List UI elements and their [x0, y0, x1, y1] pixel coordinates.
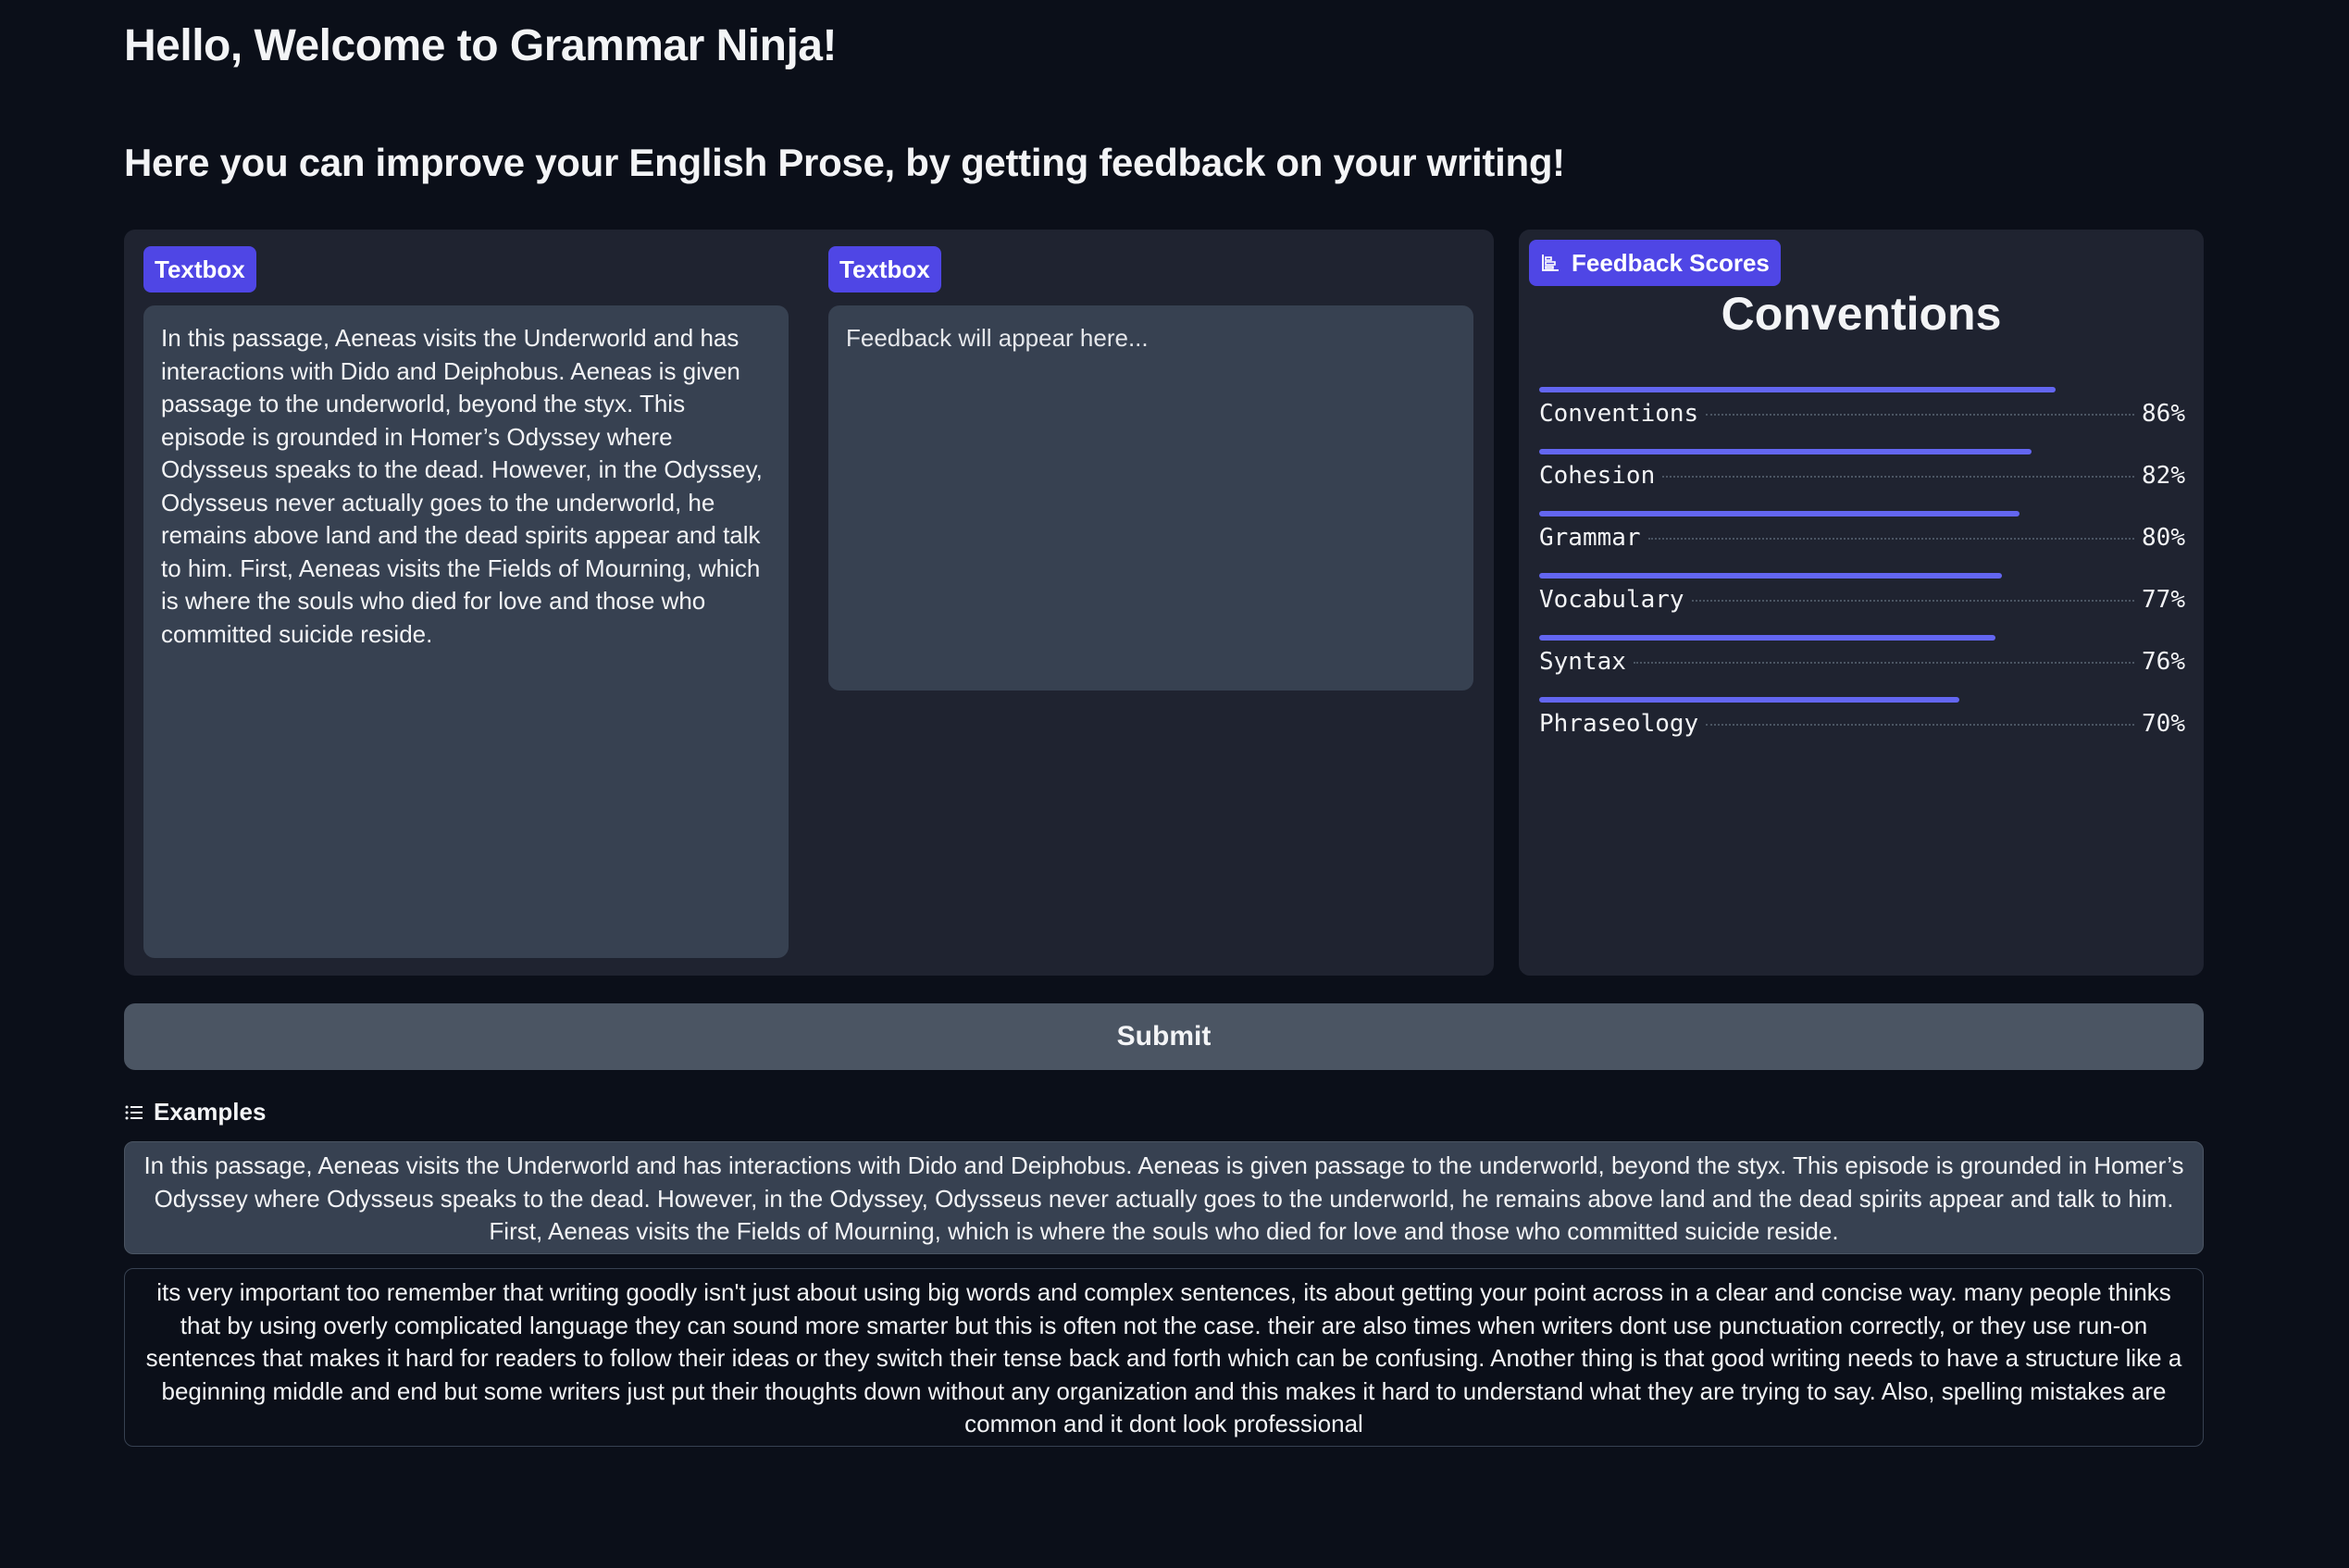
feedback-scores-label: Feedback Scores — [1529, 240, 1781, 286]
score-label: Grammar — [1539, 524, 1641, 552]
score-leader-dots — [1706, 414, 2135, 416]
input-output-panel: Textbox In this passage, Aeneas visits t… — [124, 230, 1494, 976]
score-line: Grammar 80% — [1539, 524, 2185, 552]
score-value: 86% — [2142, 400, 2185, 428]
score-label: Vocabulary — [1539, 586, 1684, 614]
feedback-textbox-label: Textbox — [828, 246, 941, 292]
score-bar — [1539, 697, 1960, 703]
score-line: Vocabulary 77% — [1539, 586, 2185, 614]
score-line: Phraseology 70% — [1539, 710, 2185, 738]
score-row: Grammar 80% — [1539, 511, 2185, 557]
bar-chart-icon — [1540, 253, 1560, 273]
score-value: 80% — [2142, 524, 2185, 552]
score-bar — [1539, 387, 2057, 392]
score-line: Conventions 86% — [1539, 400, 2185, 428]
essay-input-textarea[interactable]: In this passage, Aeneas visits the Under… — [143, 305, 789, 958]
score-row: Phraseology 70% — [1539, 697, 2185, 743]
score-row: Conventions 86% — [1539, 387, 2185, 433]
score-bar — [1539, 511, 2020, 516]
chart-title: Conventions — [1721, 288, 2002, 340]
example-item[interactable]: its very important too remember that wri… — [124, 1268, 2204, 1447]
score-leader-dots — [1662, 476, 2135, 478]
page-subtitle: Here you can improve your English Prose,… — [124, 141, 1565, 184]
examples-heading-text: Examples — [154, 1098, 267, 1126]
score-line: Syntax 76% — [1539, 648, 2185, 676]
score-value: 70% — [2142, 710, 2185, 738]
score-leader-dots — [1633, 662, 2135, 664]
score-label: Cohesion — [1539, 462, 1656, 490]
list-icon — [124, 1102, 144, 1123]
score-line: Cohesion 82% — [1539, 462, 2185, 490]
score-row: Vocabulary 77% — [1539, 573, 2185, 619]
feedback-output-textarea[interactable]: Feedback will appear here... — [828, 305, 1473, 691]
score-bar — [1539, 573, 2002, 579]
score-value: 77% — [2142, 586, 2185, 614]
page-title: Hello, Welcome to Grammar Ninja! — [124, 21, 837, 70]
score-label: Phraseology — [1539, 710, 1699, 738]
feedback-scores-label-text: Feedback Scores — [1572, 249, 1770, 277]
score-bar — [1539, 635, 1996, 641]
examples-heading: Examples — [124, 1098, 266, 1126]
score-label: Syntax — [1539, 648, 1626, 676]
score-label: Conventions — [1539, 400, 1699, 428]
score-value: 76% — [2142, 648, 2185, 676]
score-leader-dots — [1691, 600, 2135, 602]
score-value: 82% — [2142, 462, 2185, 490]
score-row: Syntax 76% — [1539, 635, 2185, 681]
score-row: Cohesion 82% — [1539, 449, 2185, 495]
submit-button[interactable]: Submit — [124, 1003, 2204, 1070]
example-item[interactable]: In this passage, Aeneas visits the Under… — [124, 1141, 2204, 1254]
score-bar — [1539, 449, 2032, 454]
feedback-scores-panel: Feedback Scores Conventions Conventions 8… — [1519, 230, 2204, 976]
input-textbox-label: Textbox — [143, 246, 256, 292]
score-leader-dots — [1647, 538, 2135, 540]
score-leader-dots — [1706, 724, 2135, 726]
